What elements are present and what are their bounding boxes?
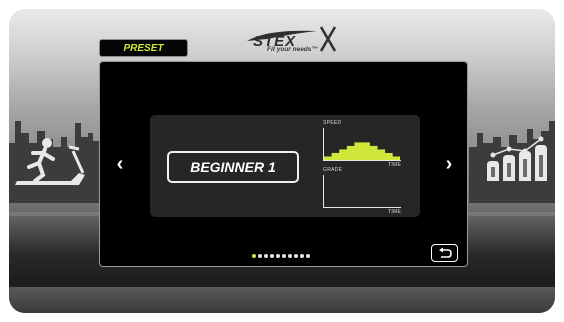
next-program-button[interactable]: › [441, 153, 457, 175]
speed-profile-bar [384, 152, 393, 160]
speed-x-axis [323, 160, 401, 161]
page-dot[interactable] [258, 254, 262, 258]
grade-y-axis [323, 175, 324, 207]
program-panel: ‹ › BEGINNER 1 SPEED TIME GRADE TIME [99, 61, 468, 267]
page-dot[interactable] [294, 254, 298, 258]
speed-profile-bar [331, 152, 340, 160]
grade-label: GRADE [323, 167, 343, 173]
page-dot[interactable] [252, 254, 256, 258]
device-frame: PRESET STEX Fit your needs™ ‹ › BEGINNER… [0, 0, 564, 322]
program-card: BEGINNER 1 SPEED TIME GRADE TIME [150, 115, 420, 217]
page-dot[interactable] [306, 254, 310, 258]
left-skyline [9, 121, 99, 203]
page-dot[interactable] [300, 254, 304, 258]
grade-x-axis [323, 207, 401, 208]
speed-profile-bar [354, 142, 363, 160]
page-dot[interactable] [288, 254, 292, 258]
brand-logo: STEX Fit your needs™ [237, 25, 347, 59]
chevron-left-icon: ‹ [116, 153, 124, 175]
program-name-button[interactable]: BEGINNER 1 [167, 151, 299, 183]
page-dot[interactable] [264, 254, 268, 258]
return-icon [439, 247, 452, 258]
speed-label: SPEED [323, 120, 342, 126]
stex-logo-mark: STEX [247, 26, 337, 52]
bottom-bar [9, 287, 555, 313]
speed-profile-bar [339, 149, 348, 160]
speed-profile-bar [392, 156, 400, 160]
speed-profile-bar [324, 156, 332, 160]
speed-profile-bar [362, 142, 370, 160]
prev-program-button[interactable]: ‹ [112, 153, 128, 175]
console-screen: PRESET STEX Fit your needs™ ‹ › BEGINNER… [9, 9, 555, 313]
speed-profile-bar [369, 145, 378, 160]
speed-profile-bar [377, 149, 386, 160]
speed-profile-bar [346, 145, 355, 160]
page-dot[interactable] [276, 254, 280, 258]
speed-time-label: TIME [388, 162, 402, 168]
right-skyline [469, 121, 555, 203]
page-dot[interactable] [282, 254, 286, 258]
chevron-right-icon: › [445, 153, 453, 175]
brand-tagline: Fit your needs™ [267, 46, 318, 53]
page-dot[interactable] [270, 254, 274, 258]
speed-profile-graph [324, 142, 400, 160]
preset-tab[interactable]: PRESET [99, 39, 188, 57]
grade-time-label: TIME [388, 209, 402, 215]
back-button[interactable] [431, 244, 458, 262]
page-indicator [252, 253, 310, 259]
